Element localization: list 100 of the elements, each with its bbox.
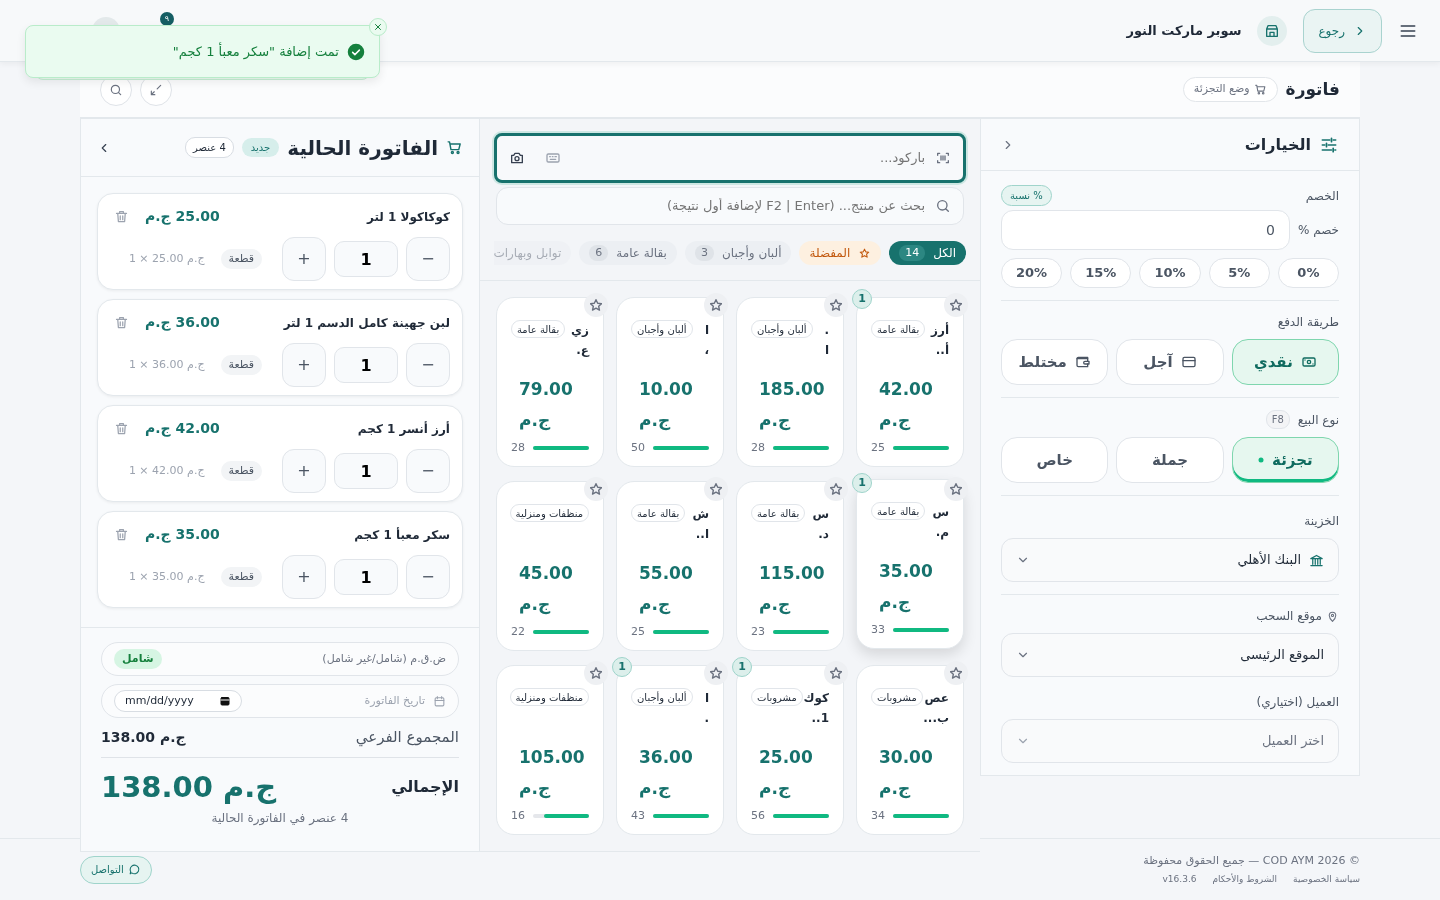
sale-type-option[interactable]: تجزئة: [1231, 437, 1339, 483]
payment-option[interactable]: نقدي: [1231, 339, 1339, 385]
total-label: الإجمالي: [391, 776, 459, 799]
favorite-button[interactable]: [584, 293, 608, 317]
camera-icon[interactable]: [509, 150, 525, 166]
item-name: سكر معبأ 1 كجم: [354, 526, 450, 544]
category-tab[interactable]: المفضلة: [799, 241, 882, 265]
customer-select[interactable]: اختر العميل: [1001, 719, 1339, 763]
dot-icon: [1258, 457, 1265, 463]
tax-toggle[interactable]: شامل: [114, 648, 162, 670]
cart-count-badge: 1: [612, 657, 632, 677]
increase-button[interactable]: +: [282, 237, 326, 281]
product-name: عص ب...: [923, 690, 949, 728]
date-label: تاريخ الفاتورة: [364, 692, 425, 709]
bank-icon: [1309, 552, 1324, 568]
favorite-button[interactable]: [824, 477, 848, 501]
location-select[interactable]: الموقع الرئيسى: [1001, 633, 1339, 677]
percent-toggle[interactable]: % نسبة: [1001, 185, 1052, 206]
star-icon: [710, 483, 722, 495]
payment-option[interactable]: مختلط: [1001, 339, 1109, 385]
cart-count-badge: 1: [852, 289, 872, 309]
trash-icon[interactable]: [114, 209, 129, 224]
favorite-button[interactable]: [944, 293, 968, 317]
date-field[interactable]: mm/dd/yyyy: [114, 689, 242, 713]
product-price: 10.00 ج.م: [639, 378, 694, 433]
discount-field[interactable]: 0: [1001, 210, 1290, 250]
favorite-button[interactable]: [704, 661, 728, 685]
notification-badge: ٩: [160, 12, 174, 26]
decrease-button[interactable]: −: [406, 343, 450, 387]
favorite-button[interactable]: [584, 661, 608, 685]
star-icon: [710, 667, 722, 679]
section-label: العميل (اختياري): [1255, 694, 1339, 711]
star-icon: [950, 299, 962, 311]
cash-icon: [1300, 354, 1317, 370]
trash-icon[interactable]: [114, 315, 129, 330]
trash-icon[interactable]: [114, 527, 129, 542]
increase-button[interactable]: +: [282, 343, 326, 387]
back-button[interactable]: رجوع: [1303, 8, 1382, 53]
favorite-button[interactable]: [944, 661, 968, 685]
sale-type-option[interactable]: جملة: [1116, 437, 1224, 483]
panel-title: الخيارات: [1244, 133, 1311, 156]
contact-button[interactable]: التواصل: [80, 855, 152, 884]
stock-count: 28: [751, 439, 765, 456]
favorite-button[interactable]: [824, 661, 848, 685]
stock-count: 50: [631, 439, 645, 456]
preset-button[interactable]: 0%: [1277, 258, 1339, 288]
increase-button[interactable]: +: [282, 449, 326, 493]
sale-type-option[interactable]: خاص: [1001, 437, 1109, 483]
item-count: 4 عنصر: [185, 137, 234, 158]
calendar-icon: [433, 694, 446, 708]
favorite-button[interactable]: [584, 477, 608, 501]
product-price: 36.00 ج.م: [639, 746, 694, 801]
quantity-field[interactable]: 1: [334, 347, 398, 383]
barcode-input[interactable]: باركود...: [569, 147, 927, 169]
footer-link[interactable]: الشروط والأحكام: [1212, 873, 1278, 887]
star-icon: [590, 483, 602, 495]
stock-count: 28: [511, 439, 525, 456]
stock-count: 56: [751, 807, 765, 824]
check-icon: [347, 42, 365, 61]
payment-option[interactable]: آجل: [1116, 339, 1224, 385]
expand-icon: [149, 82, 163, 97]
preset-button[interactable]: 20%: [1001, 258, 1063, 288]
stock-count: 25: [631, 623, 645, 640]
unit-tag: قطعة: [220, 354, 262, 376]
favorite-button[interactable]: [704, 293, 728, 317]
barcode-field[interactable]: باركود...: [494, 133, 966, 183]
stock-count: 22: [511, 623, 525, 640]
subtotal-label: المجموع الفرعي: [355, 727, 459, 749]
preset-button[interactable]: 5%: [1208, 258, 1270, 288]
item-name: كوكاكولا 1 لتر: [367, 208, 450, 226]
decrease-button[interactable]: −: [406, 237, 450, 281]
increase-button[interactable]: +: [282, 555, 326, 599]
product-price: 35.00 ج.م: [879, 560, 934, 615]
star-icon: [830, 483, 842, 495]
product-price: 105.00 ج.م: [519, 746, 586, 801]
footer-link[interactable]: سياسة الخصوصية: [1293, 873, 1360, 887]
trash-icon[interactable]: [114, 421, 129, 436]
quantity-field[interactable]: 1: [334, 241, 398, 277]
decrease-button[interactable]: −: [406, 449, 450, 493]
treasury-select[interactable]: البنك الأهلي: [1001, 538, 1339, 582]
cart-count-badge: 1: [852, 473, 872, 493]
favorite-button[interactable]: [944, 477, 968, 501]
decrease-button[interactable]: −: [406, 555, 450, 599]
preset-button[interactable]: 10%: [1139, 258, 1201, 288]
mode-badge: وضع التجزئة: [1182, 77, 1278, 102]
toast-message: تمت إضافة "سكر معبأ 1 كجم": [172, 41, 339, 62]
quantity-field[interactable]: 1: [334, 559, 398, 595]
favorite-button[interactable]: [704, 477, 728, 501]
summary-text: 4 عنصر في الفاتورة الحالية: [210, 810, 350, 827]
wallet-icon: [1074, 354, 1091, 370]
quantity-field[interactable]: 1: [334, 453, 398, 489]
stock-count: 16: [511, 807, 525, 824]
subtotal-value: ج.م 138.00: [101, 727, 186, 748]
cart-count-badge: 1: [732, 657, 752, 677]
star-icon: [590, 667, 602, 679]
stock-count: 43: [631, 807, 645, 824]
unit-price: ج.م 35.00 × 1: [128, 568, 205, 585]
section-label: الخزينة: [1303, 513, 1339, 530]
preset-button[interactable]: 15%: [1070, 258, 1132, 288]
favorite-button[interactable]: [824, 293, 848, 317]
